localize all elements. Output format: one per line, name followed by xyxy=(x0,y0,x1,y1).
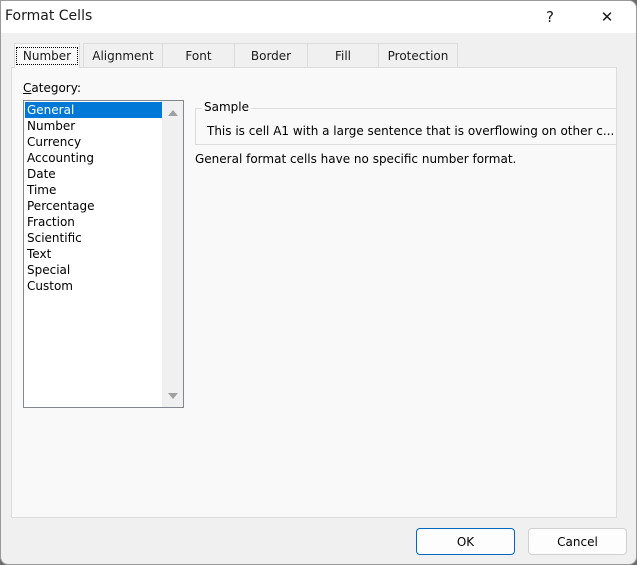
tab-label: Font xyxy=(185,48,212,63)
sample-legend: Sample xyxy=(202,100,251,114)
format-description: General format cells have no specific nu… xyxy=(195,152,517,166)
tab-strip: Number Alignment Font Border Fill Protec… xyxy=(11,43,631,68)
sample-text: This is cell A1 with a large sentence th… xyxy=(207,124,615,138)
category-item-text[interactable]: Text xyxy=(25,246,162,262)
category-list: General Number Currency Accounting Date … xyxy=(25,102,162,294)
number-tab-panel: Category: General Number Currency Accoun… xyxy=(11,67,617,518)
tab-protection[interactable]: Protection xyxy=(378,43,458,67)
help-button[interactable]: ? xyxy=(527,1,573,33)
category-label: Category: xyxy=(23,81,81,95)
tab-label: Number xyxy=(15,47,79,65)
dialog-title: Format Cells xyxy=(5,8,93,24)
category-item-number[interactable]: Number xyxy=(25,118,162,134)
format-cells-dialog: Format Cells ? ✕ Number Alignment Font B… xyxy=(0,0,637,565)
category-item-currency[interactable]: Currency xyxy=(25,134,162,150)
category-item-special[interactable]: Special xyxy=(25,262,162,278)
cancel-button-label: Cancel xyxy=(557,534,598,549)
tab-number[interactable]: Number xyxy=(14,43,80,68)
category-item-custom[interactable]: Custom xyxy=(25,278,162,294)
category-scrollbar[interactable] xyxy=(162,101,183,407)
category-item-general[interactable]: General xyxy=(25,102,162,118)
category-item-scientific[interactable]: Scientific xyxy=(25,230,162,246)
title-bar: Format Cells ? ✕ xyxy=(1,1,636,33)
category-label-text: ategory: xyxy=(31,81,81,95)
category-item-date[interactable]: Date xyxy=(25,166,162,182)
category-listbox[interactable]: General Number Currency Accounting Date … xyxy=(23,100,184,408)
tab-label: Border xyxy=(250,48,292,63)
tab-fill[interactable]: Fill xyxy=(307,43,379,67)
category-item-accounting[interactable]: Accounting xyxy=(25,150,162,166)
category-item-fraction[interactable]: Fraction xyxy=(25,214,162,230)
scroll-down-button[interactable] xyxy=(162,387,183,404)
ok-button[interactable]: OK xyxy=(416,528,515,555)
category-item-time[interactable]: Time xyxy=(25,182,162,198)
scroll-up-button[interactable] xyxy=(162,104,183,121)
sample-group: Sample This is cell A1 with a large sent… xyxy=(195,100,617,145)
ok-button-label: OK xyxy=(456,534,475,549)
triangle-down-icon xyxy=(167,392,178,399)
tab-font[interactable]: Font xyxy=(162,43,235,67)
tab-border[interactable]: Border xyxy=(234,43,308,67)
help-icon: ? xyxy=(546,8,554,26)
category-item-percentage[interactable]: Percentage xyxy=(25,198,162,214)
close-button[interactable]: ✕ xyxy=(584,1,630,33)
cancel-button[interactable]: Cancel xyxy=(528,528,627,555)
close-icon: ✕ xyxy=(600,8,614,26)
tab-alignment[interactable]: Alignment xyxy=(83,43,163,67)
tab-label: Alignment xyxy=(92,48,154,63)
triangle-up-icon xyxy=(167,109,178,116)
tab-label: Protection xyxy=(387,48,449,63)
tab-label: Fill xyxy=(334,48,352,63)
